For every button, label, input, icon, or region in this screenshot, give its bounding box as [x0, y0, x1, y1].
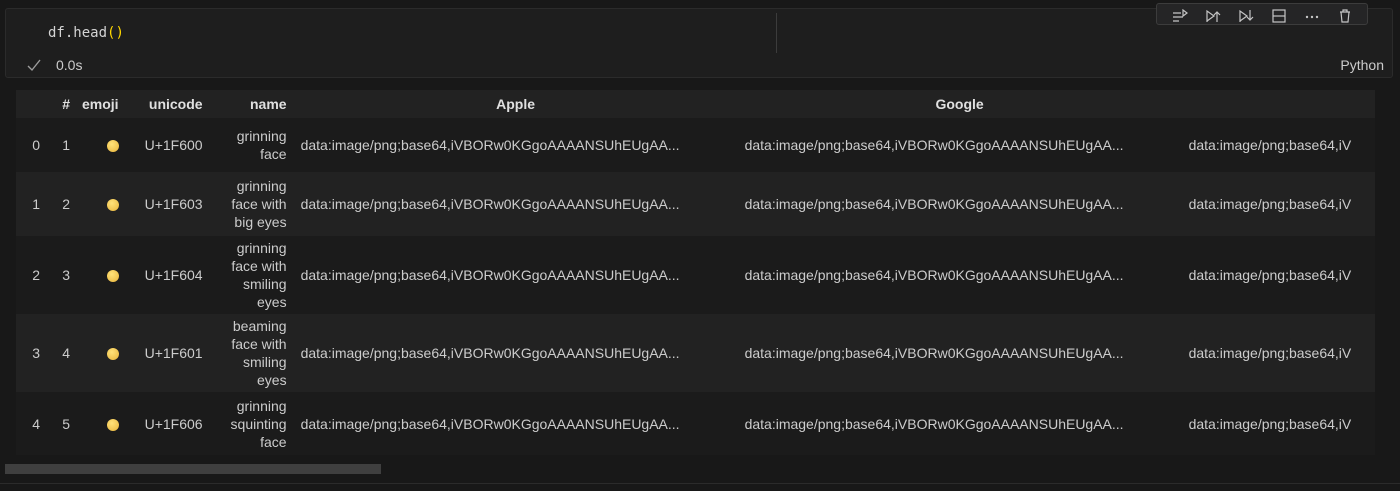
- emoji-icon: [106, 348, 119, 361]
- table-row: 1 2 U+1F603 grinning face with big eyes …: [16, 172, 1375, 236]
- more-actions-icon: [1305, 15, 1318, 19]
- cell-apple: data:image/png;base64,iVBORw0KGgoAAAANSU…: [292, 314, 737, 392]
- cell-num: 3: [46, 236, 76, 314]
- emoji-icon: [106, 140, 119, 153]
- execute-above-icon: [1205, 9, 1220, 22]
- cell-name: grinning squinting face: [208, 392, 293, 455]
- column-header-apple: Apple: [292, 90, 737, 118]
- table-row: 3 4 U+1F601 beaming face with smiling ey…: [16, 314, 1375, 392]
- cell-toolbar: [1156, 3, 1368, 25]
- split-cell-button[interactable]: [1269, 8, 1289, 24]
- cell-name: grinning face with big eyes: [208, 172, 293, 236]
- cell-emoji: [76, 118, 125, 172]
- table-header-row: # emoji unicode name Apple Google: [16, 90, 1375, 118]
- execution-time: 0.0s: [56, 57, 83, 73]
- emoji-icon: [106, 199, 119, 212]
- delete-icon: [1339, 9, 1350, 23]
- cell-name: grinning face: [208, 118, 293, 172]
- execute-below-icon: [1238, 9, 1253, 22]
- emoji-icon: [106, 419, 119, 432]
- cell-unicode: U+1F604: [124, 236, 209, 314]
- row-index: 3: [16, 314, 46, 392]
- table-row: 4 5 U+1F606 grinning squinting face data…: [16, 392, 1375, 455]
- notebook-page: df.head() 0.0s Python # emoji unicode na…: [0, 0, 1400, 491]
- cell-next: data:image/png;base64,iV: [1180, 172, 1375, 236]
- language-selector[interactable]: Python: [1340, 57, 1384, 73]
- divider: [0, 483, 1400, 484]
- cell-emoji: [76, 236, 125, 314]
- cell-name: beaming face with smiling eyes: [208, 314, 293, 392]
- cell-next: data:image/png;base64,iV: [1180, 118, 1375, 172]
- index-header: [16, 90, 46, 118]
- cell-name: grinning face with smiling eyes: [208, 236, 293, 314]
- cell-google: data:image/png;base64,iVBORw0KGgoAAAANSU…: [736, 314, 1181, 392]
- cell-emoji: [76, 172, 125, 236]
- cell-unicode: U+1F603: [124, 172, 209, 236]
- cell-emoji: [76, 314, 125, 392]
- cell-num: 1: [46, 118, 76, 172]
- column-header-num: #: [46, 90, 76, 118]
- cell-apple: data:image/png;base64,iVBORw0KGgoAAAANSU…: [292, 118, 737, 172]
- scrollbar-thumb[interactable]: [5, 464, 381, 474]
- column-header-unicode: unicode: [124, 90, 209, 118]
- execute-above-button[interactable]: [1203, 8, 1223, 24]
- delete-cell-button[interactable]: [1335, 8, 1355, 24]
- check-icon: [27, 59, 41, 72]
- code-cell[interactable]: df.head() 0.0s Python: [5, 3, 1393, 78]
- cell-num: 4: [46, 314, 76, 392]
- more-actions-button[interactable]: [1302, 8, 1322, 24]
- execute-below-button[interactable]: [1236, 8, 1256, 24]
- cell-unicode: U+1F606: [124, 392, 209, 455]
- row-index: 2: [16, 236, 46, 314]
- split-cell-icon: [1271, 9, 1286, 23]
- cell-output: # emoji unicode name Apple Google 0 1 U+…: [16, 90, 1400, 455]
- column-header-name: name: [208, 90, 293, 118]
- horizontal-scrollbar[interactable]: [5, 464, 1393, 474]
- cell-next: data:image/png;base64,iV: [1180, 314, 1375, 392]
- run-by-line-button[interactable]: [1170, 8, 1190, 24]
- cell-emoji: [76, 392, 125, 455]
- code-close-paren: ): [115, 25, 124, 41]
- cell-status: 0.0s: [26, 57, 82, 73]
- column-header-emoji: emoji: [76, 90, 125, 118]
- cell-unicode: U+1F600: [124, 118, 209, 172]
- cell-google: data:image/png;base64,iVBORw0KGgoAAAANSU…: [736, 118, 1181, 172]
- cell-google: data:image/png;base64,iVBORw0KGgoAAAANSU…: [736, 172, 1181, 236]
- cell-google: data:image/png;base64,iVBORw0KGgoAAAANSU…: [736, 236, 1181, 314]
- row-index: 0: [16, 118, 46, 172]
- cell-next: data:image/png;base64,iV: [1180, 236, 1375, 314]
- cell-google: data:image/png;base64,iVBORw0KGgoAAAANSU…: [736, 392, 1181, 455]
- column-header-next: [1180, 90, 1375, 118]
- cell-num: 2: [46, 172, 76, 236]
- cell-apple: data:image/png;base64,iVBORw0KGgoAAAANSU…: [292, 392, 737, 455]
- row-index: 4: [16, 392, 46, 455]
- cell-num: 5: [46, 392, 76, 455]
- table-row: 2 3 U+1F604 grinning face with smiling e…: [16, 236, 1375, 314]
- column-header-google: Google: [736, 90, 1181, 118]
- editor-divider: [776, 13, 777, 53]
- emoji-icon: [106, 270, 119, 283]
- table-row: 0 1 U+1F600 grinning face data:image/png…: [16, 118, 1375, 172]
- cell-unicode: U+1F601: [124, 314, 209, 392]
- code-text: df.head: [48, 25, 108, 41]
- run-by-line-icon: [1172, 9, 1188, 22]
- code-line[interactable]: df.head(): [48, 25, 124, 41]
- cell-next: data:image/png;base64,iV: [1180, 392, 1375, 455]
- row-index: 1: [16, 172, 46, 236]
- dataframe-table: # emoji unicode name Apple Google 0 1 U+…: [16, 90, 1375, 455]
- cell-apple: data:image/png;base64,iVBORw0KGgoAAAANSU…: [292, 172, 737, 236]
- cell-apple: data:image/png;base64,iVBORw0KGgoAAAANSU…: [292, 236, 737, 314]
